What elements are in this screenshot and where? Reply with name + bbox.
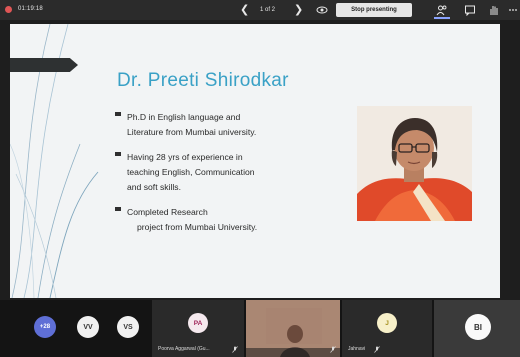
overflow-count-badge[interactable]: +28 [34, 316, 56, 338]
mic-off-icon [374, 346, 380, 353]
eye-icon[interactable] [316, 4, 328, 16]
participant-tile[interactable]: VV [70, 300, 106, 357]
previous-slide-button[interactable]: ❮ [240, 3, 249, 16]
participant-video-tile[interactable] [246, 300, 340, 357]
mic-off-icon [232, 346, 238, 353]
bullet-text: Having 28 yrs of experience in [127, 152, 243, 162]
mic-off-icon [330, 346, 336, 353]
participant-tile[interactable]: BI [434, 300, 520, 357]
bullet-marker [115, 207, 121, 211]
more-icon[interactable] [508, 4, 518, 16]
participant-avatar: PA [188, 313, 208, 333]
participant-name: Poorva Aggarwal (Gu... [158, 346, 210, 352]
bullet-text: and soft skills. [127, 182, 181, 192]
page-indicator: 1 of 2 [260, 7, 276, 13]
bullet-item: Having 28 yrs of experience in teaching … [113, 150, 343, 195]
participant-name: Jahnavi [348, 346, 366, 352]
recording-indicator-icon [5, 6, 12, 13]
slide-accent-tab [10, 58, 78, 72]
bullet-item: Ph.D in English language and Literature … [113, 110, 343, 140]
slide-title: Dr. Preeti Shirodkar [117, 70, 289, 91]
speaker-photo [357, 106, 472, 221]
participant-strip: +28 VV VS PA Poorva Aggarwal (Gu... J Ja… [0, 300, 520, 357]
bullet-item: Completed Research project from Mumbai U… [113, 205, 343, 235]
participant-video-feed [246, 300, 340, 357]
top-control-bar: 01:19:18 ❮ 1 of 2 ❯ Stop presenting [0, 0, 520, 20]
bullet-text: Completed Research [127, 207, 208, 217]
raise-hand-icon[interactable] [488, 4, 500, 16]
participant-tile[interactable]: PA Poorva Aggarwal (Gu... [152, 300, 244, 357]
bullet-text: Ph.D in English language and [127, 112, 241, 122]
participant-avatar: BI [465, 314, 491, 340]
bullet-marker [115, 152, 121, 156]
participant-tile[interactable]: J Jahnavi [342, 300, 432, 357]
participant-tile[interactable]: VS [108, 300, 148, 357]
bullet-text: Literature from Mumbai university. [127, 127, 257, 137]
chat-icon[interactable] [464, 4, 476, 16]
bullet-text: teaching English, Communication [127, 167, 255, 177]
presentation-area: Dr. Preeti Shirodkar Ph.D in English lan… [0, 20, 520, 300]
bullet-list: Ph.D in English language and Literature … [113, 110, 343, 245]
people-tab-indicator [434, 17, 450, 19]
participant-avatar: VV [77, 316, 99, 338]
meeting-window: 01:19:18 ❮ 1 of 2 ❯ Stop presenting Dr. … [0, 0, 520, 357]
participant-overflow-tile[interactable]: +28 [0, 300, 56, 357]
participant-avatar: VS [117, 316, 139, 338]
meeting-timer: 01:19:18 [18, 6, 43, 12]
stop-presenting-button[interactable]: Stop presenting [336, 3, 412, 17]
presentation-slide: Dr. Preeti Shirodkar Ph.D in English lan… [10, 24, 500, 298]
bullet-marker [115, 112, 121, 116]
people-icon[interactable] [436, 4, 448, 16]
next-slide-button[interactable]: ❯ [294, 3, 303, 16]
participant-avatar: J [377, 313, 397, 333]
bullet-text: project from Mumbai University. [137, 222, 258, 232]
